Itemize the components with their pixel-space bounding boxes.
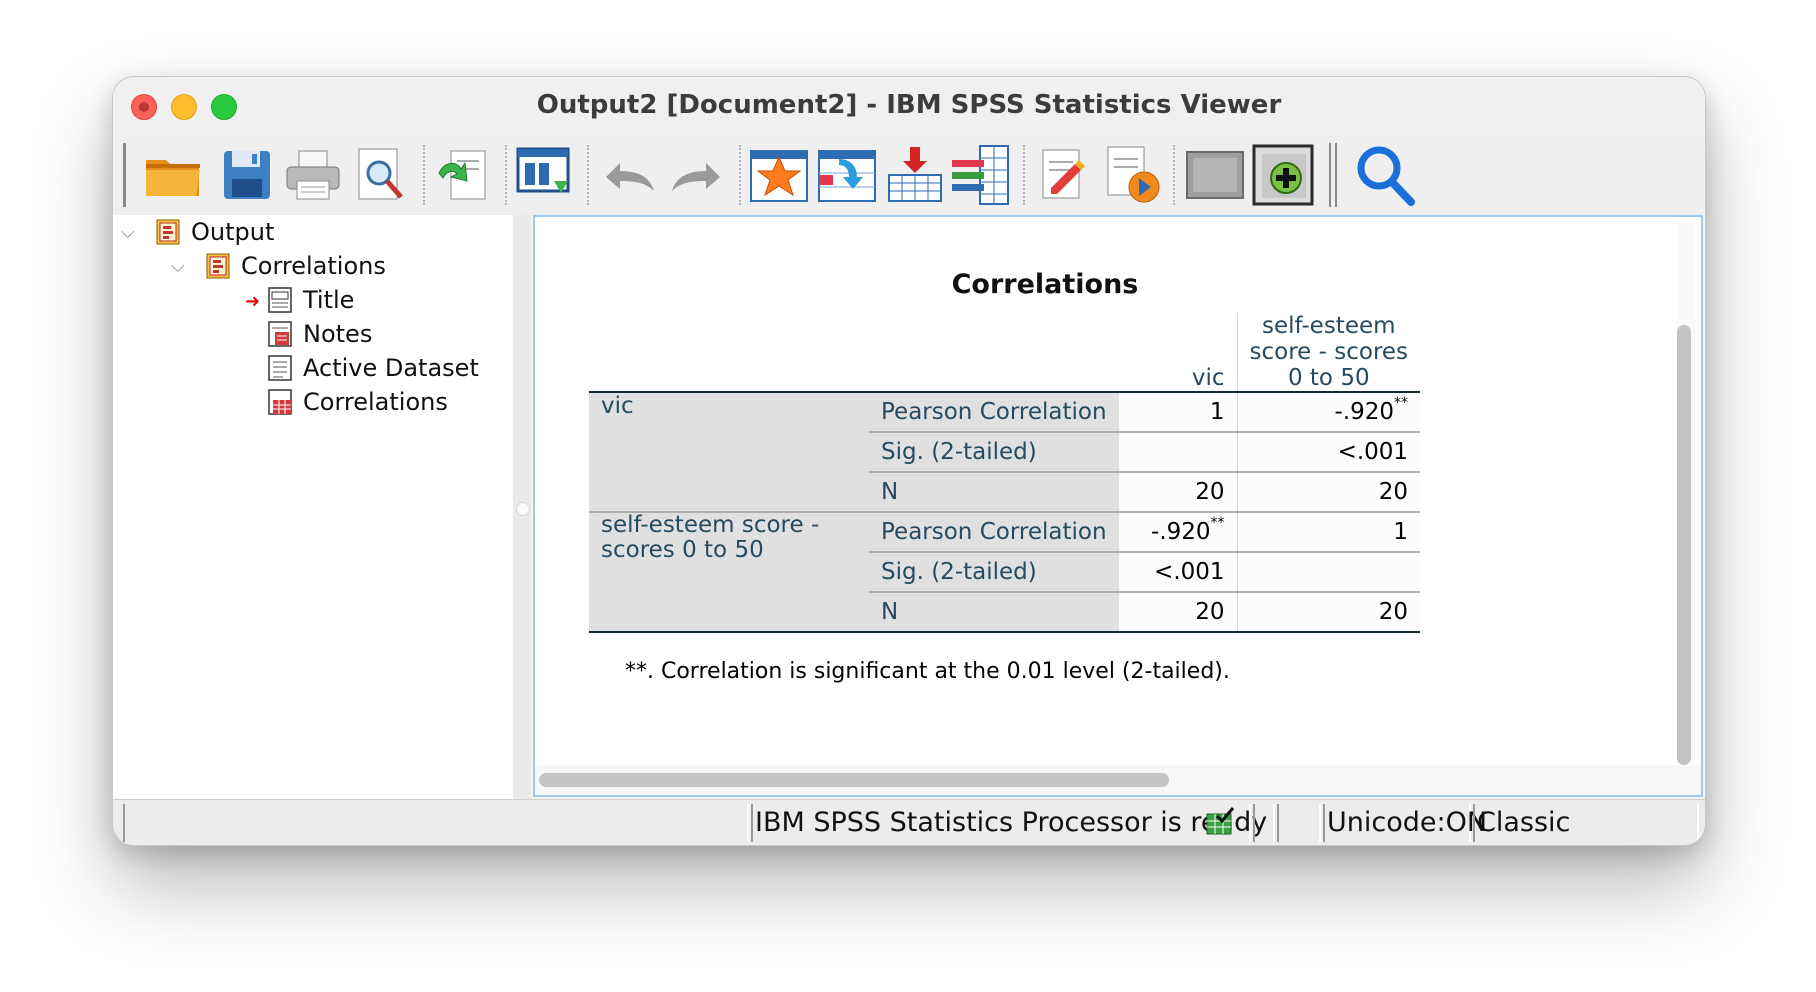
cell-value: -.920** — [1118, 511, 1238, 552]
toolbar-grip[interactable] — [123, 143, 126, 207]
stat-label: N — [869, 591, 1119, 633]
content-pane: Correlations vic self-esteem score - sco… — [533, 215, 1703, 797]
tree-item-label: Output — [191, 218, 275, 246]
open-folder-icon[interactable] — [141, 143, 205, 207]
tree-item-output[interactable]: ⌵ Output — [121, 215, 274, 249]
output-book-icon — [155, 217, 183, 247]
table-row: self-esteem score - scores 0 to 50 Pears… — [589, 511, 1421, 633]
designate-window-icon[interactable] — [1033, 143, 1097, 207]
cell-value: 1 — [1236, 511, 1421, 552]
tree-item-label: Correlations — [241, 252, 386, 280]
stat-label: N — [869, 471, 1119, 512]
vertical-scroll-thumb[interactable] — [1677, 325, 1691, 765]
cell-value: 20 — [1118, 471, 1238, 512]
cell-value — [1118, 431, 1238, 472]
cell-value: <.001 — [1118, 551, 1238, 592]
output-book-icon — [205, 251, 233, 281]
save-icon[interactable] — [215, 143, 279, 207]
chevron-down-icon[interactable]: ⌵ — [171, 256, 191, 277]
row-label-vic: vic — [589, 391, 869, 512]
notes-icon — [267, 319, 295, 349]
tree-item-correlations-group[interactable]: ⌵ Correlations — [171, 249, 386, 283]
collapse-icon[interactable] — [1183, 143, 1247, 207]
print-icon[interactable] — [281, 143, 345, 207]
table-title: Correlations — [951, 269, 1139, 300]
goto-data-icon[interactable] — [747, 143, 811, 207]
title-bar: Output2 [Document2] - IBM SPSS Statistic… — [113, 77, 1705, 136]
horizontal-scroll-thumb[interactable] — [539, 773, 1169, 787]
cell-value: -.920** — [1236, 391, 1421, 432]
chevron-down-icon[interactable]: ⌵ — [121, 222, 141, 243]
print-preview-icon[interactable] — [349, 143, 413, 207]
title-doc-icon — [267, 285, 295, 315]
correlations-table[interactable]: vic self-esteem score - scores 0 to 50 v… — [589, 313, 1421, 633]
cell-value: 20 — [1118, 591, 1238, 633]
goto-variable-icon[interactable] — [883, 143, 947, 207]
tree-item-active-dataset[interactable]: Active Dataset — [267, 351, 479, 385]
cell-value: <.001 — [1236, 431, 1421, 472]
window-title: Output2 [Document2] - IBM SPSS Statistic… — [536, 90, 1282, 120]
table-header-row: vic self-esteem score - scores 0 to 50 — [589, 313, 1421, 392]
active-dataset-icon — [267, 353, 295, 383]
stat-label: Pearson Correlation — [869, 391, 1119, 432]
toolbar — [113, 135, 1705, 215]
export-icon[interactable] — [431, 143, 495, 207]
mode-status: Classic — [1477, 807, 1571, 838]
col-header-self-esteem: self-esteem score - scores 0 to 50 — [1236, 313, 1421, 392]
insert-output-icon[interactable] — [1251, 143, 1315, 207]
cell-value: 20 — [1236, 591, 1421, 633]
table-footnote: **. Correlation is significant at the 0.… — [625, 659, 1230, 684]
search-icon[interactable] — [1353, 143, 1417, 207]
undo-icon[interactable] — [597, 143, 661, 207]
table-row: vic Pearson Correlation 1 -.920** — [589, 391, 1421, 512]
tree-item-label: Correlations — [303, 388, 448, 416]
col-header-vic: vic — [1191, 365, 1225, 391]
cell-value: 20 — [1236, 471, 1421, 512]
processor-status: IBM SPSS Statistics Processor is ready — [755, 807, 1268, 838]
tree-item-label: Title — [303, 286, 355, 314]
tree-item-notes[interactable]: Notes — [267, 317, 372, 351]
current-item-arrow-icon: ➜ — [245, 291, 261, 312]
stat-label: Pearson Correlation — [869, 511, 1119, 552]
tree-item-label: Active Dataset — [303, 354, 479, 382]
tree-item-label: Notes — [303, 320, 373, 348]
unicode-status: Unicode:ON — [1327, 807, 1488, 838]
tree-item-correlations-table[interactable]: Correlations — [267, 385, 448, 419]
variables-icon[interactable] — [949, 143, 1013, 207]
run-script-icon[interactable] — [1101, 143, 1165, 207]
pivot-table-icon — [267, 387, 295, 417]
goto-case-icon[interactable] — [815, 143, 879, 207]
redo-icon[interactable] — [665, 143, 729, 207]
cell-value: 1 — [1118, 391, 1238, 432]
row-label-self-esteem: self-esteem score - scores 0 to 50 — [589, 511, 869, 633]
processor-ready-icon — [1205, 806, 1235, 840]
stat-label: Sig. (2-tailed) — [869, 551, 1119, 592]
tree-item-title[interactable]: Title — [267, 283, 354, 317]
outline-pane: ⌵ Output ⌵ Correlations ➜ Title Notes Ac… — [113, 215, 513, 799]
status-bar: IBM SPSS Statistics Processor is ready U… — [113, 799, 1705, 845]
recall-dialog-icon[interactable] — [513, 143, 577, 207]
stat-label: Sig. (2-tailed) — [869, 431, 1119, 472]
spss-viewer-window: Output2 [Document2] - IBM SPSS Statistic… — [112, 76, 1706, 846]
pane-splitter[interactable] — [513, 215, 531, 799]
cell-value — [1236, 551, 1421, 592]
